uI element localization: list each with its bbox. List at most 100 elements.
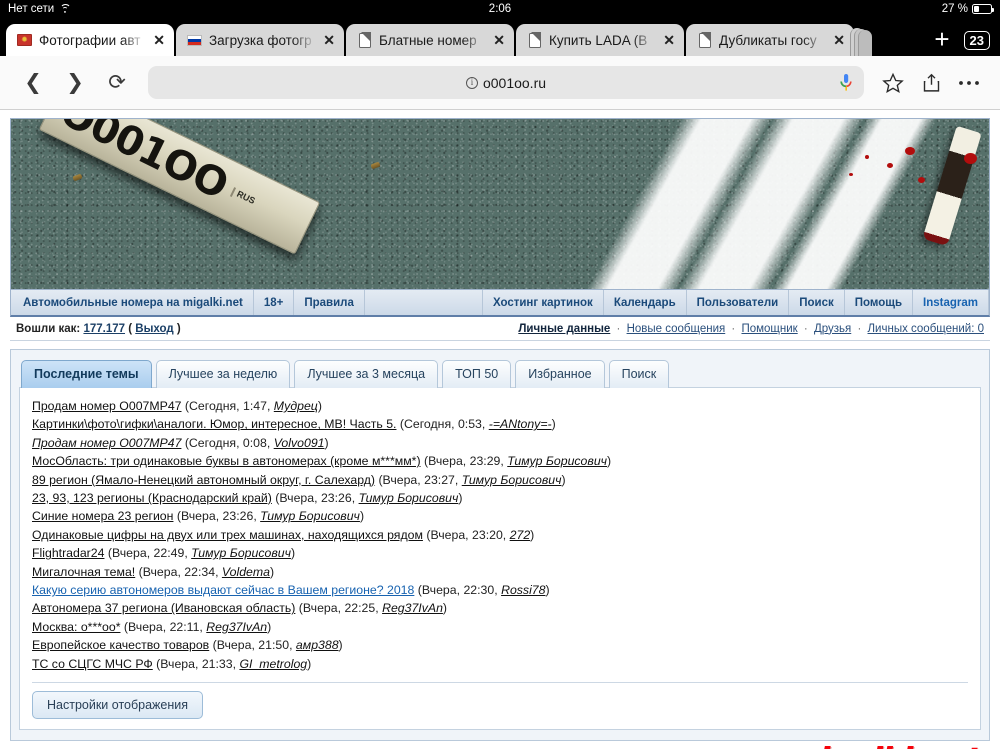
forum-panel: Последние темы Лучшее за неделю Лучшее з… [10, 349, 990, 742]
more-dots-icon[interactable] [952, 66, 986, 100]
topic-time: 23:20 [472, 527, 503, 542]
browser-tab-2[interactable]: Загрузка фотогр ✕ [176, 24, 344, 56]
nav-item-rules[interactable]: Правила [294, 290, 365, 315]
topic-author-link[interactable]: GI_metrolog [239, 657, 307, 671]
topic-meta: (Вчера, 22:11, Reg37IvAn) [120, 620, 271, 634]
topic-meta-comma: , [314, 491, 321, 506]
close-icon[interactable]: ✕ [323, 33, 335, 47]
topic-title-link[interactable]: Москва: о***оо* [32, 620, 120, 634]
topic-author-link[interactable]: -=ANtony=- [489, 417, 552, 431]
topic-title-link[interactable]: МосОбласть: три одинаковые буквы в автон… [32, 454, 421, 468]
bookmark-star-icon[interactable] [876, 66, 910, 100]
topic-author-link[interactable]: Мудрец [274, 399, 318, 413]
topic-meta-close: ) [561, 472, 566, 487]
tab-best-3-months[interactable]: Лучшее за 3 месяца [294, 360, 439, 388]
topic-author-link[interactable]: Тимур Борисович [359, 491, 459, 505]
topic-row: Европейское качество товаров (Вчера, 21:… [32, 636, 968, 654]
back-button[interactable]: ❮ [14, 64, 52, 102]
tab-count-badge[interactable]: 23 [963, 31, 990, 50]
topic-meta: (Вчера, 23:29, Тимур Борисович) [421, 454, 611, 469]
topic-title-link[interactable]: ТС со СЦГС МЧС РФ [32, 657, 153, 671]
topic-meta: (Сегодня, 0:08, Volvo091) [181, 435, 329, 450]
share-icon[interactable] [914, 66, 948, 100]
new-tab-button[interactable]: + [920, 26, 963, 56]
close-icon[interactable]: ✕ [833, 33, 845, 47]
topic-author-link[interactable]: Тимур Борисович [191, 546, 291, 560]
topic-title-link[interactable]: 23, 93, 123 регионы (Краснодарский край) [32, 491, 272, 505]
logout-open-paren: ( [128, 322, 133, 335]
link-private-messages[interactable]: Личных сообщений: 0 [868, 323, 985, 335]
topic-title-link[interactable]: Продам номер O007МР47 [32, 399, 182, 413]
document-icon [527, 32, 542, 48]
nav-item-instagram[interactable]: Instagram [913, 290, 989, 315]
topic-author-link[interactable]: Reg37IvAn [382, 601, 443, 615]
overflow-tabs-stack[interactable] [850, 26, 876, 56]
browser-tab-5[interactable]: Дубликаты госу ✕ [686, 24, 854, 56]
link-personal-data[interactable]: Личные данные [518, 323, 610, 335]
forward-button[interactable]: ❯ [56, 64, 94, 102]
nav-spacer [365, 290, 483, 315]
tab-latest-topics[interactable]: Последние темы [21, 360, 152, 388]
nav-item-calendar[interactable]: Календарь [604, 290, 687, 315]
topic-author-link[interactable]: Rossi78 [501, 583, 545, 597]
topic-meta-comma: , [502, 527, 510, 542]
display-settings-button[interactable]: Настройки отображения [32, 691, 204, 720]
logout-link[interactable]: Выход [135, 323, 173, 335]
close-icon[interactable]: ✕ [663, 33, 675, 47]
topic-meta-comma: , [266, 435, 274, 450]
topic-author-link[interactable]: Volvo091 [274, 436, 325, 450]
topic-meta-close: ) [545, 583, 550, 598]
topic-meta-open: ( [209, 638, 217, 653]
topic-title-link[interactable]: Автономера 37 региона (Ивановская област… [32, 601, 295, 615]
browser-tab-3[interactable]: Блатные номер ✕ [346, 24, 514, 56]
link-friends[interactable]: Друзья [814, 323, 851, 335]
tab-best-week[interactable]: Лучшее за неделю [155, 360, 291, 388]
tab-search[interactable]: Поиск [608, 360, 670, 388]
topic-author-link[interactable]: амр388 [296, 638, 339, 652]
nav-item-site-title[interactable]: Автомобильные номера на migalki.net [11, 290, 254, 315]
nav-item-image-hosting[interactable]: Хостинг картинок [483, 290, 604, 315]
reload-button[interactable]: ⟳ [98, 64, 136, 102]
topic-author-link[interactable]: Тимур Борисович [260, 509, 360, 523]
microphone-icon[interactable] [840, 73, 852, 93]
topic-title-link[interactable]: Какую серию автономеров выдают сейчас в … [32, 583, 414, 597]
topic-author-link[interactable]: Voldema [222, 565, 270, 579]
topic-title-link[interactable]: Продам номер O007МР47 [32, 436, 181, 450]
red-spot [964, 153, 977, 164]
browser-tab-strip: ✹ Фотографии авт ✕ Загрузка фотогр ✕ Бла… [0, 18, 1000, 56]
nav-item-search[interactable]: Поиск [789, 290, 845, 315]
topic-title-link[interactable]: Европейское качество товаров [32, 638, 209, 652]
topic-author-link[interactable]: Тимур Борисович [507, 454, 607, 468]
topic-meta-close: ) [290, 546, 296, 561]
link-assistant[interactable]: Помощник [741, 323, 797, 335]
link-new-messages[interactable]: Новые сообщения [627, 323, 726, 335]
tab-top-50[interactable]: ТОП 50 [442, 360, 512, 388]
topic-title-link[interactable]: Одинаковые цифры на двух или трех машина… [32, 528, 423, 542]
topic-author-link[interactable]: Тимур Борисович [462, 473, 562, 487]
username-link[interactable]: 177.177 [83, 323, 125, 335]
browser-tab-4[interactable]: Купить LADA (В ✕ [516, 24, 684, 56]
close-icon[interactable]: ✕ [153, 33, 165, 47]
nav-item-help[interactable]: Помощь [845, 290, 914, 315]
topic-author-link[interactable]: Reg37IvAn [206, 620, 267, 634]
topic-title-link[interactable]: Синие номера 23 регион [32, 509, 173, 523]
topic-time: 23:29 [469, 454, 501, 469]
topic-row: Какую серию автономеров выдают сейчас в … [32, 581, 968, 599]
nav-item-18plus[interactable]: 18+ [254, 290, 295, 315]
topic-title-link[interactable]: Картинки\фото\гифки\аналоги. Юмор, интер… [32, 417, 396, 431]
close-icon[interactable]: ✕ [493, 33, 505, 47]
site-info-icon[interactable]: i [465, 76, 478, 89]
wifi-icon [59, 4, 71, 14]
topic-title-link[interactable]: 89 регион (Ямало-Ненецкий автономный окр… [32, 473, 375, 487]
topic-meta-comma: , [236, 435, 243, 450]
tab-favorites[interactable]: Избранное [515, 360, 605, 388]
user-links-group: Личные данные · Новые сообщения · Помощн… [518, 323, 984, 335]
topic-title-link[interactable]: Мигалочная тема! [32, 565, 135, 579]
nav-item-users[interactable]: Пользователи [687, 290, 790, 315]
topic-author-link[interactable]: 272 [510, 528, 531, 542]
browser-tab-1[interactable]: ✹ Фотографии авт ✕ [6, 24, 174, 56]
url-bar[interactable]: i o001oo.ru [148, 66, 864, 99]
topic-title-link[interactable]: Flightradar24 [32, 546, 104, 560]
topic-meta: (Сегодня, 0:53, -=ANtony=-) [396, 417, 556, 431]
site-banner-image: O001OO RUS [10, 118, 990, 290]
